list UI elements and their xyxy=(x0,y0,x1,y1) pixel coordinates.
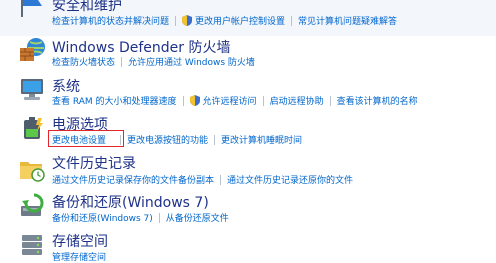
category-title[interactable]: Windows Defender 防火墙 xyxy=(52,37,230,57)
link-restore-files-from-backup[interactable]: 从备份还原文件 xyxy=(166,211,229,224)
link-backup-restore-win7[interactable]: 备份和还原(Windows 7) xyxy=(52,211,153,224)
link-restore-files-file-history[interactable]: 通过文件历史记录还原你的文件 xyxy=(227,173,353,186)
link-allow-app-through-firewall[interactable]: 允许应用通过 Windows 防火墙 xyxy=(128,55,255,68)
link-separator xyxy=(291,15,293,26)
uac-shield-icon xyxy=(182,15,193,26)
category-system: 系统 查看 RAM 的大小和处理器速度 允许远程访问 启动远程协助 查看该计算机… xyxy=(0,75,496,110)
category-firewall: Windows Defender 防火墙 检查防火墙状态 允许应用通过 Wind… xyxy=(0,36,496,71)
link-separator xyxy=(175,15,177,26)
category-security-maintenance: 安全和维护 检查计算机的状态并解决问题 更改用户帐户控制设置 常见计算机问题疑难… xyxy=(0,0,496,36)
link-troubleshoot[interactable]: 常见计算机问题疑难解答 xyxy=(298,14,397,27)
link-manage-storage-spaces[interactable]: 管理存储空间 xyxy=(52,250,106,263)
security-flag-icon xyxy=(21,0,42,17)
link-check-firewall-status[interactable]: 检查防火墙状态 xyxy=(52,55,115,68)
storage-drives-icon xyxy=(22,235,42,255)
link-view-ram-processor[interactable]: 查看 RAM 的大小和处理器速度 xyxy=(52,94,177,107)
uac-shield-icon xyxy=(189,95,200,106)
category-file-history: 文件历史记录 通过文件历史记录保存你的文件备份副本 通过文件历史记录还原你的文件 xyxy=(0,153,496,188)
firewall-icon xyxy=(20,38,45,61)
computer-icon xyxy=(21,79,43,100)
battery-icon xyxy=(24,117,43,139)
link-separator xyxy=(329,95,331,106)
highlight-box xyxy=(48,130,124,147)
link-separator xyxy=(262,95,264,106)
folder-clock-icon xyxy=(20,162,45,182)
link-view-computer-name[interactable]: 查看该计算机的名称 xyxy=(337,94,418,107)
link-separator xyxy=(214,134,216,145)
category-title[interactable]: 备份和还原(Windows 7) xyxy=(52,192,209,212)
link-separator xyxy=(220,174,222,185)
category-backup-restore: 备份和还原(Windows 7) 备份和还原(Windows 7) 从备份还原文… xyxy=(0,191,496,227)
category-title[interactable]: 存储空间 xyxy=(52,231,108,251)
link-check-status[interactable]: 检查计算机的状态并解决问题 xyxy=(52,14,169,27)
link-change-power-button-function[interactable]: 更改电源按钮的功能 xyxy=(127,133,208,146)
link-separator xyxy=(182,95,184,106)
category-power-options: 电源选项 更改电池设置 更改电源按钮的功能 更改计算机睡眠时间 xyxy=(0,114,496,151)
link-change-uac-settings[interactable]: 更改用户帐户控制设置 xyxy=(195,14,285,27)
link-change-sleep-time[interactable]: 更改计算机睡眠时间 xyxy=(221,133,302,146)
category-title[interactable]: 系统 xyxy=(52,76,80,96)
link-separator xyxy=(158,212,160,223)
category-storage-spaces: 存储空间 管理存储空间 xyxy=(0,230,496,263)
link-allow-remote-access[interactable]: 允许远程访问 xyxy=(203,94,257,107)
category-title[interactable]: 安全和维护 xyxy=(52,0,122,15)
backup-restore-icon xyxy=(21,193,44,216)
link-save-backup-copies[interactable]: 通过文件历史记录保存你的文件备份副本 xyxy=(52,173,214,186)
category-title[interactable]: 文件历史记录 xyxy=(52,153,136,173)
link-separator xyxy=(121,56,123,67)
link-launch-remote-assistance[interactable]: 启动远程协助 xyxy=(270,94,324,107)
